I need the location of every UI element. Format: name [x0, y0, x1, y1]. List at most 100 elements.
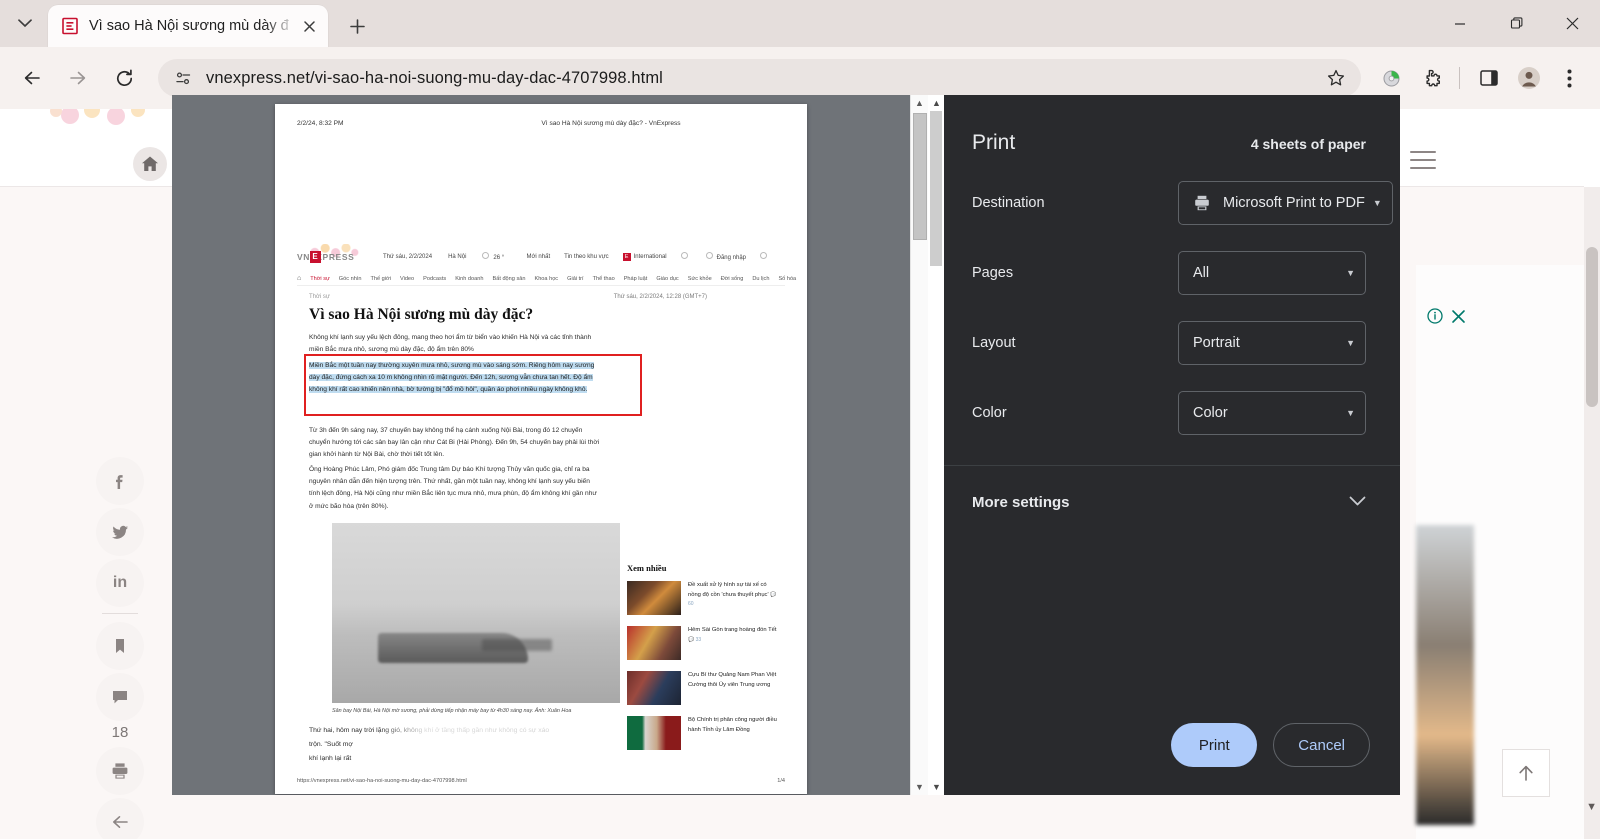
setting-row-pages: Pages All ▼	[944, 251, 1400, 295]
nav-item-0[interactable]: Thời sự	[310, 276, 330, 282]
tab-close-button[interactable]	[296, 13, 322, 39]
layout-value: Portrait	[1193, 335, 1240, 351]
advertisement-column	[1416, 265, 1584, 839]
print-preview-overlay: 2/2/24, 8:32 PM Vì sao Hà Nội sương mù d…	[172, 95, 1400, 795]
tab-search-button[interactable]	[8, 6, 42, 40]
nav-item-8[interactable]: Giải trí	[567, 276, 583, 282]
panel-scroll-up-arrow[interactable]: ▲	[932, 98, 941, 108]
most-viewed-item[interactable]: Bộ Chính trị phân công người điều hành T…	[627, 716, 777, 750]
nav-item-4[interactable]: Podcasts	[423, 276, 446, 282]
maximize-button[interactable]	[1488, 0, 1544, 47]
arrow-left-icon	[24, 71, 40, 85]
nav-item-11[interactable]: Giáo dục	[656, 276, 678, 282]
ad-creative-image[interactable]	[1416, 525, 1474, 825]
header-newest[interactable]: Mới nhất	[527, 254, 551, 260]
plus-icon	[349, 18, 365, 34]
forward-button[interactable]	[58, 58, 98, 98]
twitter-share-icon[interactable]	[96, 508, 144, 556]
print-panel-content: Print 4 sheets of paper Destination Micr…	[944, 95, 1400, 795]
item-text: Hẻm Sài Gòn trang hoàng đón Tết 💬 33	[688, 626, 777, 660]
chrome-menu-button[interactable]	[1550, 59, 1588, 97]
page-scrollbar[interactable]: ▼	[1584, 187, 1600, 839]
most-viewed-item[interactable]: Đề xuất xử lý hình sự tài xế có nồng độ …	[627, 581, 777, 615]
nav-item-13[interactable]: Đời sống	[721, 276, 744, 282]
nav-item-12[interactable]: Sức khỏe	[688, 276, 712, 282]
nav-item-6[interactable]: Bất động sản	[493, 276, 526, 282]
header-region-news[interactable]: Tin theo khu vực	[564, 254, 608, 260]
article-category: Thời sự	[309, 294, 330, 300]
site-menu-button[interactable]	[1410, 151, 1436, 173]
comment-icon[interactable]	[96, 673, 144, 721]
facebook-share-icon[interactable]	[96, 457, 144, 505]
panel-divider	[944, 465, 1400, 466]
page-scrollbar-thumb[interactable]	[1586, 247, 1598, 407]
nav-item-10[interactable]: Pháp luật	[624, 276, 648, 282]
most-viewed-section: Xem nhiều Đề xuất xử lý hình sự tài xế c…	[627, 563, 777, 761]
panel-scroll-down-arrow[interactable]: ▼	[932, 782, 941, 792]
pages-select[interactable]: All ▼	[1178, 251, 1366, 295]
back-button[interactable]	[12, 58, 52, 98]
three-dots-icon	[1567, 69, 1571, 87]
preview-scroll-up-arrow[interactable]: ▲	[915, 98, 924, 108]
minimize-button[interactable]	[1432, 0, 1488, 47]
bookmark-icon[interactable]	[96, 622, 144, 670]
preview-scroll-down-arrow[interactable]: ▼	[915, 782, 924, 792]
nav-item-15[interactable]: Số hóa	[778, 276, 796, 282]
back-arrow-icon[interactable]	[96, 798, 144, 839]
most-viewed-item[interactable]: Hẻm Sài Gòn trang hoàng đón Tết 💬 33	[627, 626, 777, 660]
extension-colored-icon[interactable]	[1373, 59, 1411, 97]
nav-item-7[interactable]: Khoa học	[534, 276, 558, 282]
color-select[interactable]: Color ▼	[1178, 391, 1366, 435]
chevron-down-icon: ▼	[1346, 408, 1355, 418]
panel-scrollbar[interactable]: ▲ ▼	[928, 95, 944, 795]
search-circle	[680, 252, 688, 259]
destination-select[interactable]: Microsoft Print to PDF ▼	[1178, 181, 1393, 225]
bookmark-star-icon[interactable]	[1319, 61, 1353, 95]
print-icon[interactable]	[96, 747, 144, 795]
reload-button[interactable]	[104, 58, 144, 98]
ad-info-icon[interactable]	[1427, 308, 1443, 329]
nav-item-5[interactable]: Kinh doanh	[455, 276, 483, 282]
side-panel-icon[interactable]	[1470, 59, 1508, 97]
browser-tab[interactable]: Vì sao Hà Nội sương mù dày đ	[48, 5, 328, 47]
preview-scrollbar-thumb[interactable]	[913, 113, 927, 240]
nav-item-3[interactable]: Video	[400, 276, 414, 282]
header-search-icon[interactable]	[680, 252, 692, 261]
header-international[interactable]: E International	[622, 252, 667, 261]
article-title: Vì sao Hà Nội sương mù dày đặc?	[309, 306, 534, 323]
site-settings-icon[interactable]	[172, 70, 194, 87]
extra-circle	[760, 252, 767, 259]
sheets-of-paper-summary: 4 sheets of paper	[1250, 136, 1366, 152]
linkedin-share-icon[interactable]: in	[96, 559, 144, 607]
header-extra-icon[interactable]	[760, 252, 771, 261]
extensions-puzzle-icon[interactable]	[1413, 59, 1451, 97]
nav-item-9[interactable]: Thể thao	[593, 276, 615, 282]
print-preview-page: 2/2/24, 8:32 PM Vì sao Hà Nội sương mù d…	[275, 104, 807, 794]
panel-scrollbar-thumb[interactable]	[930, 111, 942, 266]
address-bar[interactable]: vnexpress.net/vi-sao-ha-noi-suong-mu-day…	[158, 59, 1361, 97]
nav-item-1[interactable]: Góc nhìn	[339, 276, 362, 282]
more-settings-toggle[interactable]: More settings	[944, 494, 1400, 511]
item-thumbnail	[627, 716, 681, 750]
scroll-to-top-button[interactable]	[1502, 749, 1550, 797]
profile-avatar[interactable]	[1510, 59, 1548, 97]
header-login[interactable]: Đăng nhập	[705, 252, 746, 261]
highlight-span: Miền Bắc một tuần nay thường xuyên mưa n…	[309, 362, 595, 394]
toolbar-divider	[1459, 67, 1460, 89]
print-button[interactable]: Print	[1171, 723, 1258, 767]
home-button[interactable]	[133, 147, 167, 181]
nav-home-icon[interactable]: ⌂	[297, 275, 301, 282]
nav-item-2[interactable]: Thế giới	[370, 276, 390, 282]
cancel-button[interactable]: Cancel	[1273, 723, 1370, 767]
new-tab-button[interactable]	[338, 9, 376, 43]
ad-close-icon[interactable]	[1451, 309, 1466, 329]
window-close-button[interactable]	[1544, 0, 1600, 47]
item-thumbnail	[627, 671, 681, 705]
close-icon	[1566, 17, 1578, 30]
most-viewed-item[interactable]: Cựu Bí thư Quảng Nam Phan Việt Cường thô…	[627, 671, 777, 705]
nav-item-14[interactable]: Du lịch	[752, 276, 769, 282]
preview-site-header: VNEXPRESS E Thứ sáu, 2/2/2024 Hà Nội 26 …	[297, 244, 785, 267]
layout-select[interactable]: Portrait ▼	[1178, 321, 1366, 365]
preview-scrollbar[interactable]: ▲ ▼	[910, 95, 928, 795]
scrollbar-down-arrow[interactable]: ▼	[1586, 801, 1597, 813]
